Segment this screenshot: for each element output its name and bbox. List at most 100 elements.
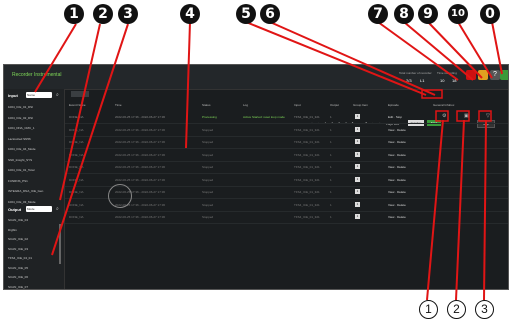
table-row[interactable]: DONE_NA 2022-06-25 17:36 - 2022-06-27 17:… (65, 174, 508, 187)
table-cell-output: 1 (330, 140, 332, 144)
app-title: Recorder Instrumental (12, 72, 62, 78)
output-list-item[interactable]: SCAN_ICE_07 (8, 285, 28, 289)
table-row[interactable]: DONE_NA 2022-06-25 17:36 - 2022-06-27 17:… (65, 111, 508, 124)
output-list-item[interactable]: DigStx (8, 228, 17, 232)
table-cell-status: Stopped (202, 152, 214, 157)
table-cell-output: 1 (330, 165, 332, 169)
total-recorder-value: 2/3 (406, 78, 412, 83)
table-row[interactable]: DONE_NA 2022-06-25 17:36 - 2022-06-27 17:… (65, 149, 508, 162)
callout-marker: 7 (368, 4, 388, 24)
input-list-item[interactable]: 1004_ICE_03_Mode (8, 200, 36, 204)
table-cell-status: Processing (202, 115, 217, 119)
circled-callout-marker: 1 (419, 300, 438, 319)
time-recording-sub: 18 (452, 78, 457, 83)
table-cell-status: Stopped (202, 165, 214, 169)
callout-marker: 6 (260, 4, 280, 24)
table-cell-input: TFS4_ICE_01_321 (294, 177, 320, 182)
group-item-badge: 1 (355, 114, 360, 119)
input-list-item[interactable]: 1004_ICE_01_DSI (8, 105, 33, 109)
callout-marker: 5 (236, 4, 256, 24)
total-recorder-label: Total number of recorder (399, 71, 432, 75)
column-header[interactable]: General Infobox (433, 103, 454, 107)
output-list-item[interactable]: SCAN_ICE_02 (8, 237, 28, 241)
group-item-badge: 1 (355, 139, 360, 144)
table-cell-status: Stopped (202, 215, 214, 219)
table-cell-log: Active Started: reset loop mode (243, 115, 285, 119)
output-list-item[interactable]: SCAN_ICE_04 (8, 218, 28, 222)
table-row[interactable]: DONE_NA 2022-06-25 17:36 - 2022-06-27 17:… (65, 161, 508, 174)
episode-actions[interactable]: Edit · Stop (388, 115, 402, 119)
episode-actions[interactable]: View · Delete (388, 140, 406, 144)
circled-callout-marker: 2 (447, 300, 466, 319)
episode-actions[interactable]: View · Delete (388, 190, 406, 194)
column-header[interactable]: Status (202, 103, 211, 107)
column-header[interactable]: Log (243, 103, 248, 107)
input-title: Input (8, 93, 18, 98)
output-search-icon[interactable]: ⌕ (56, 206, 59, 212)
output-scrollbar[interactable] (59, 224, 61, 264)
table-cell-name: DONE_NA (69, 165, 84, 169)
power-button[interactable] (500, 70, 508, 80)
output-list-item[interactable]: TFS4_ICE_04_01 (8, 256, 32, 260)
view-toggle[interactable] (71, 91, 89, 97)
filter-icon[interactable]: ▽ (486, 113, 490, 119)
table-cell-name: DONE_NA (69, 190, 84, 194)
column-header[interactable]: Input (294, 103, 301, 107)
output-filter-select[interactable]: Mode (26, 206, 52, 212)
table-cell-time: 2022-06-25 17:36 - 2022-06-27 17:36 (115, 177, 166, 182)
settings-icon[interactable]: ⚙ (442, 113, 446, 119)
table-cell-time: 2022-06-25 17:36 - 2022-06-27 17:36 (115, 127, 166, 132)
episode-actions[interactable]: View · Delete (388, 128, 406, 132)
input-search-icon[interactable]: ⌕ (56, 92, 59, 98)
input-list-item[interactable]: 1004_ICE_02_DSI (8, 116, 33, 120)
table-cell-output: 1 (330, 115, 332, 119)
input-list-item[interactable]: Lactosized SN56 (8, 137, 31, 141)
table-cell-time: 2022-06-25 17:36 - 2022-06-27 17:36 (115, 215, 166, 219)
input-list-item[interactable]: FUNRNS_PS1 (8, 179, 28, 183)
group-item-badge: 1 (355, 201, 360, 207)
callout-marker: 4 (180, 4, 200, 24)
input-list-item[interactable]: Shift_Insight_SYS (8, 158, 32, 162)
table-cell-input: TFS4_ICE_01_321 (294, 127, 320, 132)
callout-marker: 9 (418, 4, 438, 24)
table-cell-name: DONE_NA (69, 152, 84, 157)
column-header[interactable]: Output (330, 103, 339, 107)
table-row[interactable]: DONE_NA 2022-06-25 17:36 - 2022-06-27 17:… (65, 211, 508, 224)
input-list-item[interactable]: INTEGRA_DNA_ICE_Gen (8, 189, 43, 193)
episode-actions[interactable]: View · Delete (388, 165, 406, 169)
table-cell-output: 1 (330, 190, 332, 194)
input-filter-select[interactable]: Name (26, 92, 52, 98)
callout-marker: 10 (448, 4, 468, 24)
column-header[interactable]: Time (115, 103, 122, 107)
table-row[interactable]: DONE_NA 2022-06-25 17:36 - 2022-06-27 17:… (65, 124, 508, 137)
table-cell-input: TFS4_ICE_01_321 (294, 115, 320, 119)
help-button[interactable]: ? (490, 70, 500, 80)
output-list-item[interactable]: SCAN_ICE_06 (8, 275, 28, 279)
callout-marker: 0 (480, 4, 500, 24)
episode-actions[interactable]: View · Delete (388, 203, 406, 207)
input-list-item[interactable]: 1004_DNA_CMC_1 (8, 126, 35, 130)
table-row[interactable]: DONE_NA 2022-06-25 17:36 - 2022-06-27 17:… (65, 136, 508, 149)
alarm-button[interactable] (478, 70, 488, 80)
table-cell-output: 1 (330, 202, 332, 207)
table-row[interactable]: DONE_NA 2022-06-25 17:36 - 2022-06-27 17:… (65, 199, 508, 212)
record-button[interactable] (466, 70, 476, 80)
output-list-item[interactable]: SCAN_ICE_05 (8, 266, 28, 270)
group-item-badge: 1 (355, 214, 360, 219)
episode-actions[interactable]: View · Delete (388, 215, 406, 219)
table-cell-input: TFS4_ICE_01_321 (294, 165, 320, 169)
episode-actions[interactable]: View · Delete (388, 178, 406, 182)
input-list-item[interactable]: 1004_ICE_04_Mode (8, 147, 36, 151)
input-list-item[interactable]: 1004_ICE_01_Total (8, 168, 34, 172)
callout-marker: 3 (118, 4, 138, 24)
copy-icon[interactable]: ▣ (464, 113, 469, 119)
column-header[interactable]: Group Item (353, 103, 368, 107)
output-list-item[interactable]: SCAN_ICE_03 (8, 247, 28, 251)
callout-marker: 2 (93, 4, 113, 24)
time-recording-label: Time recording (437, 71, 457, 75)
column-header[interactable]: Event Name (69, 103, 86, 107)
table-cell-input: TFS4_ICE_01_321 (294, 215, 320, 219)
table-cell-name: DONE_NA (69, 202, 84, 207)
column-header[interactable]: Episode (388, 103, 399, 107)
episode-actions[interactable]: View · Delete (388, 153, 406, 157)
